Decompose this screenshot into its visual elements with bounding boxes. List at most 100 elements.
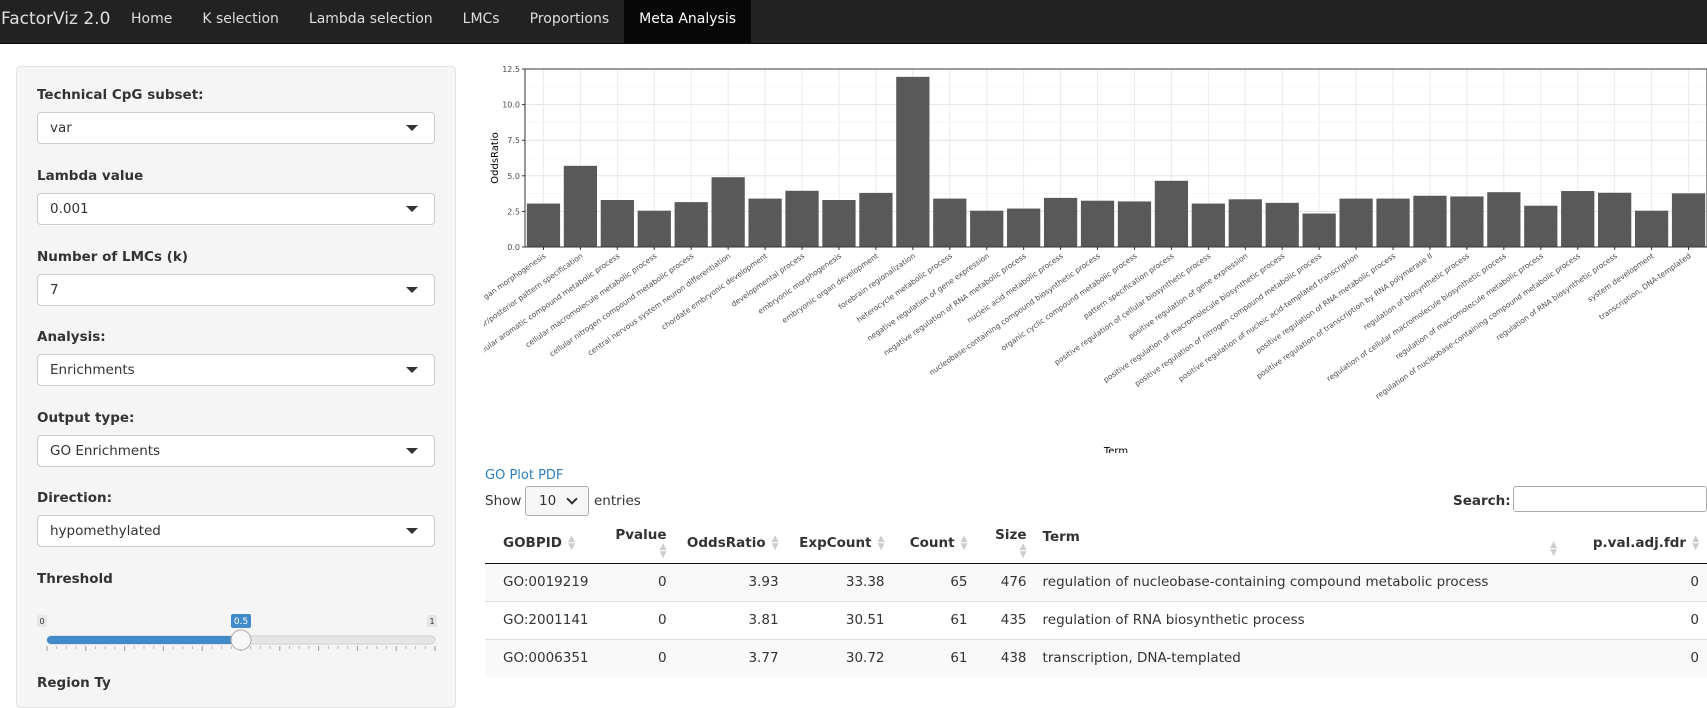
cell-term: regulation of RNA biosynthetic process xyxy=(1034,600,1565,639)
output-type-value: GO Enrichments xyxy=(50,443,161,459)
slider-tick-label: 0.8 xyxy=(352,654,363,655)
direction-select[interactable]: hypomethylated xyxy=(37,515,435,547)
lambda-value: 0.001 xyxy=(50,201,89,217)
bar xyxy=(1191,203,1225,247)
sort-icon: ▲ ▼ xyxy=(567,534,575,553)
y-tick-label: 7.5 xyxy=(507,136,520,145)
cpg-subset-label: Technical CpG subset: xyxy=(37,87,204,103)
table-row[interactable]: GO:2001141 0 3.81 30.51 61 435 regulatio… xyxy=(485,600,1707,639)
page-length-select[interactable]: 10 xyxy=(525,486,589,516)
bar xyxy=(896,76,930,247)
cell-size: 438 xyxy=(975,638,1035,677)
go-results-table: GOBPID ▲ ▼ Pvalue▲ ▼ OddsRatio ▲ ▼ ExpCount ▲ ▼… xyxy=(485,524,1707,677)
nav-home[interactable]: Home xyxy=(116,0,187,43)
analysis-value: Enrichments xyxy=(50,362,135,378)
y-tick-label: 10.0 xyxy=(502,101,520,110)
sort-icon: ▲ ▼ xyxy=(960,534,968,553)
sidebar-panel: Technical CpG subset: var Lambda value 0… xyxy=(16,66,456,708)
direction-label: Direction: xyxy=(37,490,113,506)
cell-pval-adj-fdr: 0 xyxy=(1565,638,1707,677)
col-term[interactable]: Term ▲ ▼ xyxy=(1034,524,1565,564)
bar xyxy=(1413,195,1447,247)
show-label: Show xyxy=(485,493,522,509)
nav-lambda-selection[interactable]: Lambda selection xyxy=(294,0,448,43)
region-type-label: Region Ty xyxy=(37,675,111,691)
caret-down-icon xyxy=(406,367,418,373)
nav-proportions[interactable]: Proportions xyxy=(515,0,625,43)
navbar: FactorViz 2.0 Home K selection Lambda se… xyxy=(0,0,1707,44)
slider-value-label: 0.5 xyxy=(234,617,248,627)
cell-term: regulation of nucleobase-containing comp… xyxy=(1034,562,1565,601)
slider-tick-label: 0.5 xyxy=(235,654,246,655)
col-pval-adj-fdr[interactable]: p.val.adj.fdr ▲ ▼ xyxy=(1565,524,1707,564)
col-gobpid[interactable]: GOBPID ▲ ▼ xyxy=(485,524,597,564)
cell-expcount: 30.51 xyxy=(786,600,893,639)
cpg-subset-select[interactable]: var xyxy=(37,112,435,144)
slider-tick-label: 0 xyxy=(45,654,49,655)
cpg-subset-value: var xyxy=(50,120,72,136)
bar xyxy=(748,198,782,247)
sort-icon: ▲ ▼ xyxy=(1550,540,1557,559)
bar xyxy=(933,198,967,247)
nav-k-selection[interactable]: K selection xyxy=(187,0,294,43)
cell-gobpid: GO:2001141 xyxy=(485,600,597,639)
table-row[interactable]: GO:0019219 0 3.93 33.38 65 476 regulatio… xyxy=(485,562,1707,601)
cell-pval-adj-fdr: 0 xyxy=(1565,562,1707,601)
output-type-label: Output type: xyxy=(37,410,135,426)
slider-handle[interactable] xyxy=(230,629,252,651)
cell-gobpid: GO:0019219 xyxy=(485,562,597,601)
caret-down-icon xyxy=(406,528,418,534)
slider-tick-label: 0.4 xyxy=(197,654,209,655)
search-input[interactable] xyxy=(1513,486,1707,512)
sort-icon: ▲ ▼ xyxy=(1019,542,1027,561)
caret-down-icon xyxy=(406,287,418,293)
nav-meta-analysis[interactable]: Meta Analysis xyxy=(624,0,752,43)
nav-lmcs[interactable]: LMCs xyxy=(448,0,515,43)
slider-tick-label: 0.2 xyxy=(119,654,130,655)
lambda-select[interactable]: 0.001 xyxy=(37,193,435,225)
k-select[interactable]: 7 xyxy=(37,274,435,306)
sort-icon: ▲ ▼ xyxy=(771,534,779,553)
bar xyxy=(1634,210,1669,247)
output-type-select[interactable]: GO Enrichments xyxy=(37,435,435,467)
caret-down-icon xyxy=(406,206,418,212)
col-oddsratio[interactable]: OddsRatio ▲ ▼ xyxy=(674,524,787,564)
lambda-label: Lambda value xyxy=(37,168,144,184)
bar xyxy=(1007,208,1041,247)
bar xyxy=(1524,205,1558,247)
cell-size: 476 xyxy=(975,562,1035,601)
col-size[interactable]: Size▲ ▼ xyxy=(975,524,1035,564)
threshold-slider[interactable]: 0 1 0.5 0 0.1 0.2 0.3 0.4 0.5 0.6 0.7 0.8 0.9 1 xyxy=(37,595,437,655)
bar xyxy=(637,210,671,247)
slider-tick-label: 0.9 xyxy=(391,654,402,655)
table-header-row: GOBPID ▲ ▼ Pvalue▲ ▼ OddsRatio ▲ ▼ ExpCount ▲ ▼… xyxy=(485,524,1707,564)
slider-min-label: 0 xyxy=(39,617,44,626)
app-brand[interactable]: FactorViz 2.0 xyxy=(0,0,110,43)
main-panel: 0.02.55.07.510.012.5animal organ morphog… xyxy=(484,43,1707,679)
cell-term: transcription, DNA-templated xyxy=(1034,638,1565,677)
x-tick-label: organic cyclic compound metabolic proces… xyxy=(999,251,1139,352)
bar xyxy=(1265,202,1299,247)
table-row[interactable]: GO:0006351 0 3.77 30.72 61 438 transcrip… xyxy=(485,638,1707,677)
y-tick-label: 12.5 xyxy=(502,65,520,74)
y-tick-label: 0.0 xyxy=(507,243,520,252)
cell-pvalue: 0 xyxy=(596,600,675,639)
bar xyxy=(674,202,708,247)
slider-tick-label: 0.3 xyxy=(158,654,169,655)
x-tick-label: system development xyxy=(1586,251,1656,304)
cell-gobpid: GO:0006351 xyxy=(485,638,597,677)
x-axis-title: Term xyxy=(1103,446,1128,453)
search-label: Search: xyxy=(1453,493,1511,509)
col-expcount[interactable]: ExpCount ▲ ▼ xyxy=(786,524,893,564)
bar xyxy=(711,177,745,247)
go-oddsratio-bar-chart: 0.02.55.07.510.012.5animal organ morphog… xyxy=(484,65,1707,453)
col-count[interactable]: Count ▲ ▼ xyxy=(892,524,976,564)
cell-oddsratio: 3.77 xyxy=(674,638,787,677)
y-axis-title: OddsRatio xyxy=(490,132,501,183)
go-plot-pdf-link[interactable]: GO Plot PDF xyxy=(485,468,563,483)
bar xyxy=(563,165,598,247)
chevron-down-icon xyxy=(566,493,578,505)
analysis-select[interactable]: Enrichments xyxy=(37,354,435,386)
cell-count: 65 xyxy=(892,562,976,601)
col-pvalue[interactable]: Pvalue▲ ▼ xyxy=(596,524,675,564)
